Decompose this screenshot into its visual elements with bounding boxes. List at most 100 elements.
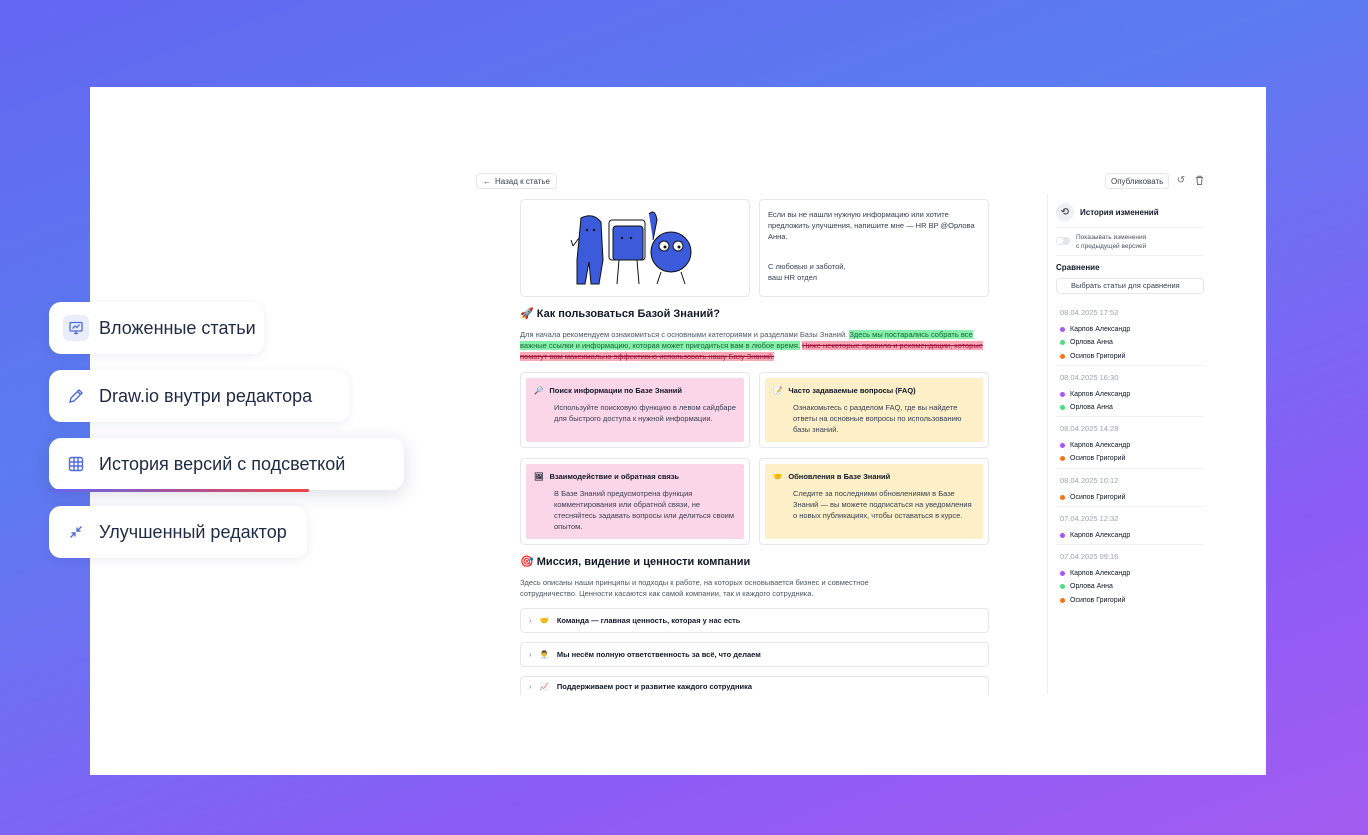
history-header: ⟲ История изменений: [1056, 203, 1159, 221]
version-author: Карпов Александр: [1060, 567, 1204, 580]
feature-label: Улучшенный редактор: [99, 521, 287, 542]
author-name: Осипов Григорий: [1070, 596, 1126, 604]
version-entry[interactable]: 07.04.2025 12:32 Карпов Александр: [1060, 514, 1204, 542]
author-name: Карпов Александр: [1070, 391, 1131, 399]
intro-note: Если вы не нашли нужную информацию или х…: [759, 199, 989, 297]
author-color-dot: [1060, 597, 1065, 603]
feature-label: История версий с подсветкой: [99, 453, 346, 474]
section-title: Миссия, видение и ценности компании: [536, 556, 751, 568]
divider: [1056, 468, 1204, 469]
author-color-dot: [1060, 584, 1065, 590]
illustration: [520, 199, 750, 297]
accordion-item[interactable]: › 🤝 Команда — главная ценность, которая …: [520, 608, 989, 633]
author-name: Карпов Александр: [1070, 442, 1131, 450]
rocket-icon: 🚀: [520, 308, 534, 320]
feature-label: Draw.io внутри редактора: [99, 385, 313, 406]
note-text: Если вы не нашли нужную информацию или х…: [768, 210, 975, 241]
divider: [1056, 255, 1204, 256]
version-entry[interactable]: 08.04.2025 17:52 Карпов Александр Орлова А…: [1060, 308, 1204, 363]
card-title: Поиск информации по Базе Знаний: [549, 386, 683, 395]
feature-nested-articles[interactable]: Вложенные статьи: [49, 302, 264, 354]
compare-select-button[interactable]: Выбрать статьи для сравнения: [1056, 278, 1204, 294]
version-entry[interactable]: 08.04.2025 10:12 Осипов Григорий: [1060, 476, 1204, 504]
author-name: Карпов Александр: [1070, 570, 1131, 578]
section-paragraph: Для начала рекомендуем ознакомиться с ос…: [520, 329, 985, 362]
back-to-article-button[interactable]: ← Назад к статье: [476, 173, 557, 189]
version-author: Осипов Григорий: [1060, 452, 1204, 465]
characters-illustration: [570, 211, 692, 285]
card-body: Следите за последними обновлениями в Баз…: [793, 489, 972, 520]
office-worker-icon: 👨‍💼: [539, 650, 549, 659]
section-heading: 🎯 Миссия, видение и ценности компании: [520, 555, 750, 568]
author-color-dot: [1060, 405, 1065, 411]
section-title: Как пользоваться Базой Знаний?: [536, 308, 720, 320]
version-date: 08.04.2025 17:52: [1060, 308, 1119, 317]
back-label: Назад к статье: [495, 176, 550, 186]
version-entry[interactable]: 07.04.2025 09:16 Карпов Александр Орлова А…: [1060, 552, 1204, 607]
undo-icon[interactable]: ↺: [1175, 175, 1187, 187]
version-date: 08.04.2025 14:28: [1060, 424, 1119, 433]
accordion-label: Команда — главная ценность, которая у на…: [556, 616, 741, 625]
author-color-dot: [1060, 533, 1065, 539]
card-search[interactable]: 🔎 Поиск информации по Базе Знаний Использ…: [520, 372, 750, 448]
show-changes-toggle[interactable]: [1056, 237, 1070, 245]
history-title: История изменений: [1080, 207, 1159, 217]
card-body: В Базе Знаний предусмотрена функция комм…: [554, 489, 734, 531]
history-icon: ⟲: [1056, 203, 1074, 221]
author-color-dot: [1060, 340, 1065, 346]
publish-button[interactable]: Опубликовать: [1105, 173, 1170, 189]
card-updates[interactable]: 🤝 Обновления в Базе Знаний Следите за пос…: [759, 458, 989, 545]
chart-increasing-icon: 📈: [539, 681, 549, 691]
grid-icon: [63, 451, 89, 477]
handshake-icon: 🤝: [773, 472, 783, 481]
accordion-item[interactable]: › 📈 Поддерживаем рост и развитие каждого…: [520, 676, 989, 695]
section-paragraph: Здесь описаны наши принципы и подходы к …: [520, 578, 869, 598]
version-author: Орлова Анна: [1060, 401, 1204, 414]
card-body: Используйте поисковую функцию в левом са…: [554, 403, 736, 423]
accordion-label: Мы несём полную ответственность за всё, …: [556, 650, 761, 659]
feature-improved-editor[interactable]: Улучшенный редактор: [49, 506, 307, 558]
active-underline: [49, 489, 309, 492]
feature-drawio[interactable]: Draw.io внутри редактора: [49, 370, 349, 422]
toggle-label-line-2: с предыдущей версией: [1076, 242, 1147, 250]
text-unchanged: Для начала рекомендуем ознакомиться с ос…: [520, 330, 848, 339]
divider: [1056, 416, 1204, 417]
compare-label: Сравнение: [1056, 263, 1100, 272]
version-author: Осипов Григорий: [1060, 350, 1204, 363]
author-name: Орлова Анна: [1070, 404, 1113, 412]
version-author: Осипов Григорий: [1060, 491, 1204, 504]
card-feedback[interactable]: 🖼 Взаимодействие и обратная связь В Базе …: [520, 458, 750, 545]
author-color-dot: [1060, 571, 1065, 577]
divider: [1056, 544, 1204, 545]
card-faq[interactable]: 📝 Часто задаваемые вопросы (FAQ) Ознакомь…: [759, 372, 989, 448]
author-color-dot: [1060, 353, 1065, 359]
picture-icon: 🖼: [534, 472, 544, 481]
author-name: Карпов Александр: [1070, 532, 1131, 540]
trash-icon[interactable]: [1193, 175, 1205, 187]
card-title: Взаимодействие и обратная связь: [549, 472, 680, 481]
divider: [1056, 365, 1204, 366]
accordion-label: Поддерживаем рост и развитие каждого сот…: [556, 681, 753, 691]
magnifier-icon: 🔎: [534, 386, 544, 395]
version-entry[interactable]: 08.04.2025 16:30 Карпов Александр Орлова А…: [1060, 373, 1204, 415]
version-author: Карпов Александр: [1060, 529, 1204, 542]
show-changes-toggle-row[interactable]: Показывать изменения с предыдущей версией: [1056, 234, 1146, 251]
handshake-icon: 🤝: [539, 616, 549, 625]
accordion-item[interactable]: › 👨‍💼 Мы несём полную ответственность за…: [520, 642, 989, 667]
version-entry[interactable]: 08.04.2025 14:28 Карпов Александр Осипов Г…: [1060, 424, 1204, 466]
feature-version-history[interactable]: История версий с подсветкой: [49, 438, 404, 492]
author-name: Осипов Григорий: [1070, 455, 1126, 463]
author-name: Осипов Григорий: [1070, 494, 1126, 502]
card-body: Ознакомьтесь с разделом FAQ, где вы найд…: [793, 403, 962, 434]
arrow-left-icon: ←: [483, 176, 491, 186]
card-title: Часто задаваемые вопросы (FAQ): [788, 386, 916, 395]
pencil-icon: [63, 383, 89, 409]
version-author: Орлова Анна: [1060, 336, 1204, 349]
presentation-chart-icon: [63, 315, 89, 341]
version-date: 08.04.2025 10:12: [1060, 476, 1119, 485]
signature-line-1: С любовью и заботой,: [768, 262, 846, 271]
divider: [1056, 227, 1204, 228]
version-author: Карпов Александр: [1060, 439, 1204, 452]
chevron-right-icon: ›: [529, 650, 532, 659]
version-author: Карпов Александр: [1060, 388, 1204, 401]
